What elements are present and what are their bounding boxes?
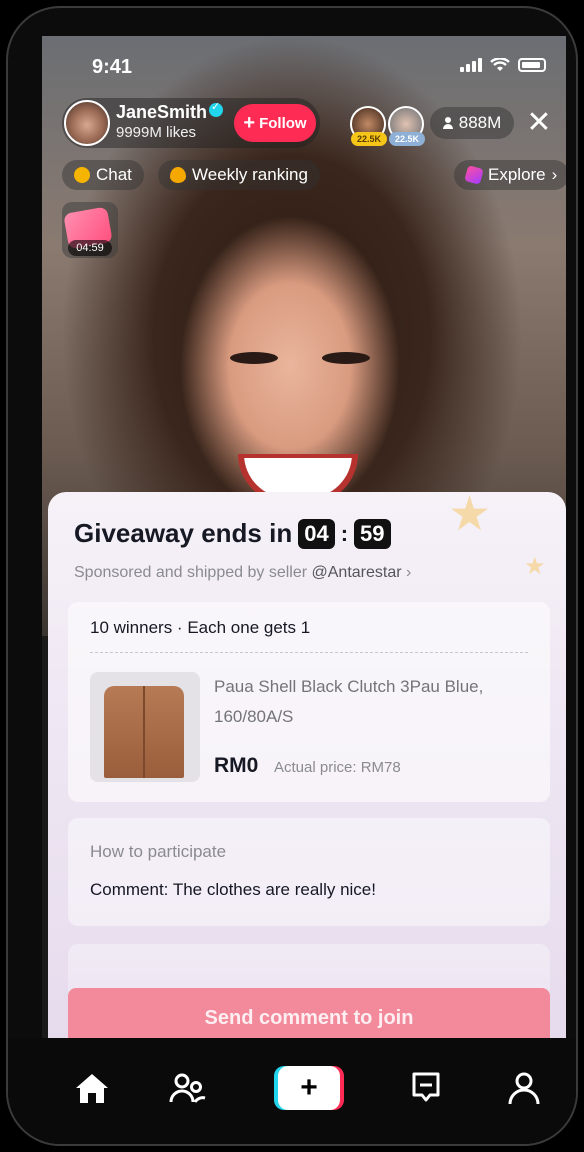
actual-price: Actual price: RM78	[274, 759, 401, 776]
explore-label: Explore	[488, 165, 546, 184]
gift-badge: 22.5K	[351, 132, 387, 146]
countdown-minutes: 04	[298, 518, 335, 549]
jacket-image	[104, 686, 184, 778]
prize-card: 10 winners · Each one gets 1 Paua Shell …	[68, 602, 550, 802]
howto-label: How to participate	[90, 842, 227, 861]
howto-card: How to participate Comment: The clothes …	[68, 818, 550, 926]
top-viewers: 22.5K 22.5K	[350, 106, 425, 146]
plus-icon: +	[243, 111, 256, 134]
explore-chip[interactable]: Explore ›	[454, 160, 566, 190]
profile-icon[interactable]	[504, 1068, 544, 1108]
top-viewer-avatar[interactable]: 22.5K	[350, 106, 387, 146]
weekly-ranking-chip[interactable]: Weekly ranking	[158, 160, 320, 190]
viewer-count[interactable]: 888M	[430, 107, 514, 139]
gift-timer-text: 04:59	[68, 240, 112, 256]
giveaway-title-text: Giveaway ends in	[74, 518, 293, 548]
battery-icon	[518, 58, 546, 72]
person-icon	[442, 117, 453, 129]
product-image[interactable]	[90, 672, 200, 782]
divider	[90, 652, 528, 653]
home-icon[interactable]	[72, 1068, 112, 1108]
chat-icon	[74, 167, 90, 183]
host-name: JaneSmith	[116, 102, 208, 122]
countdown-seconds: 59	[354, 518, 391, 549]
host-likes: 9999M likes	[116, 124, 197, 141]
chat-label: Chat	[96, 165, 132, 184]
sponsor-text: Sponsored and shipped by seller	[74, 564, 308, 581]
countdown-separator: :	[340, 520, 349, 546]
giveaway-price: RM0	[214, 754, 259, 777]
cube-icon	[464, 165, 484, 185]
signal-icon	[460, 58, 482, 72]
host-avatar[interactable]	[64, 100, 110, 146]
top-viewer-avatar[interactable]: 22.5K	[388, 106, 425, 146]
chevron-right-icon: ›	[406, 564, 412, 581]
seller-link[interactable]: @Antarestar	[312, 564, 402, 581]
live-screen: 9:41 JaneSmith 9999M likes +	[42, 36, 566, 1144]
status-icons	[460, 58, 546, 72]
giveaway-timer-badge[interactable]: 04:59	[62, 202, 118, 258]
ranking-label: Weekly ranking	[192, 165, 308, 184]
follow-label: Follow	[259, 114, 307, 132]
viewer-count-value: 888M	[458, 113, 502, 132]
eye	[322, 352, 370, 364]
gift-badge: 22.5K	[389, 132, 425, 146]
status-time: 9:41	[92, 56, 133, 78]
close-icon[interactable]: ✕	[524, 108, 554, 138]
chevron-right-icon: ›	[551, 165, 558, 184]
create-icon: +	[278, 1066, 340, 1110]
friends-icon[interactable]	[168, 1068, 208, 1108]
wifi-icon	[490, 58, 510, 71]
inbox-icon[interactable]	[406, 1068, 446, 1108]
phone-frame: 9:41 JaneSmith 9999M likes +	[6, 6, 578, 1146]
product-name[interactable]: Paua Shell Black Clutch 3Pau Blue, 160/8…	[214, 672, 532, 732]
host-name-row: JaneSmith	[116, 100, 224, 123]
host-pill[interactable]: JaneSmith 9999M likes + Follow	[62, 98, 320, 148]
sponsor-line[interactable]: Sponsored and shipped by seller @Antares…	[74, 564, 411, 582]
chat-chip[interactable]: Chat	[62, 160, 144, 190]
create-button[interactable]: +	[278, 1066, 340, 1110]
follow-button[interactable]: + Follow	[234, 104, 316, 142]
howto-comment: Comment: The clothes are really nice!	[90, 880, 376, 899]
eye	[230, 352, 278, 364]
giveaway-sheet: ★ ★ Giveaway ends in 04 : 59 Sponsored a…	[48, 492, 566, 1052]
flame-icon	[170, 167, 186, 183]
status-bar: 9:41	[42, 36, 566, 96]
giveaway-title: Giveaway ends in 04 : 59	[74, 518, 391, 549]
star-decoration: ★	[448, 492, 492, 541]
verified-icon	[209, 100, 224, 117]
winners-info: 10 winners · Each one gets 1	[90, 618, 311, 637]
star-decoration: ★	[524, 553, 546, 580]
bottom-nav: +	[8, 1038, 576, 1144]
